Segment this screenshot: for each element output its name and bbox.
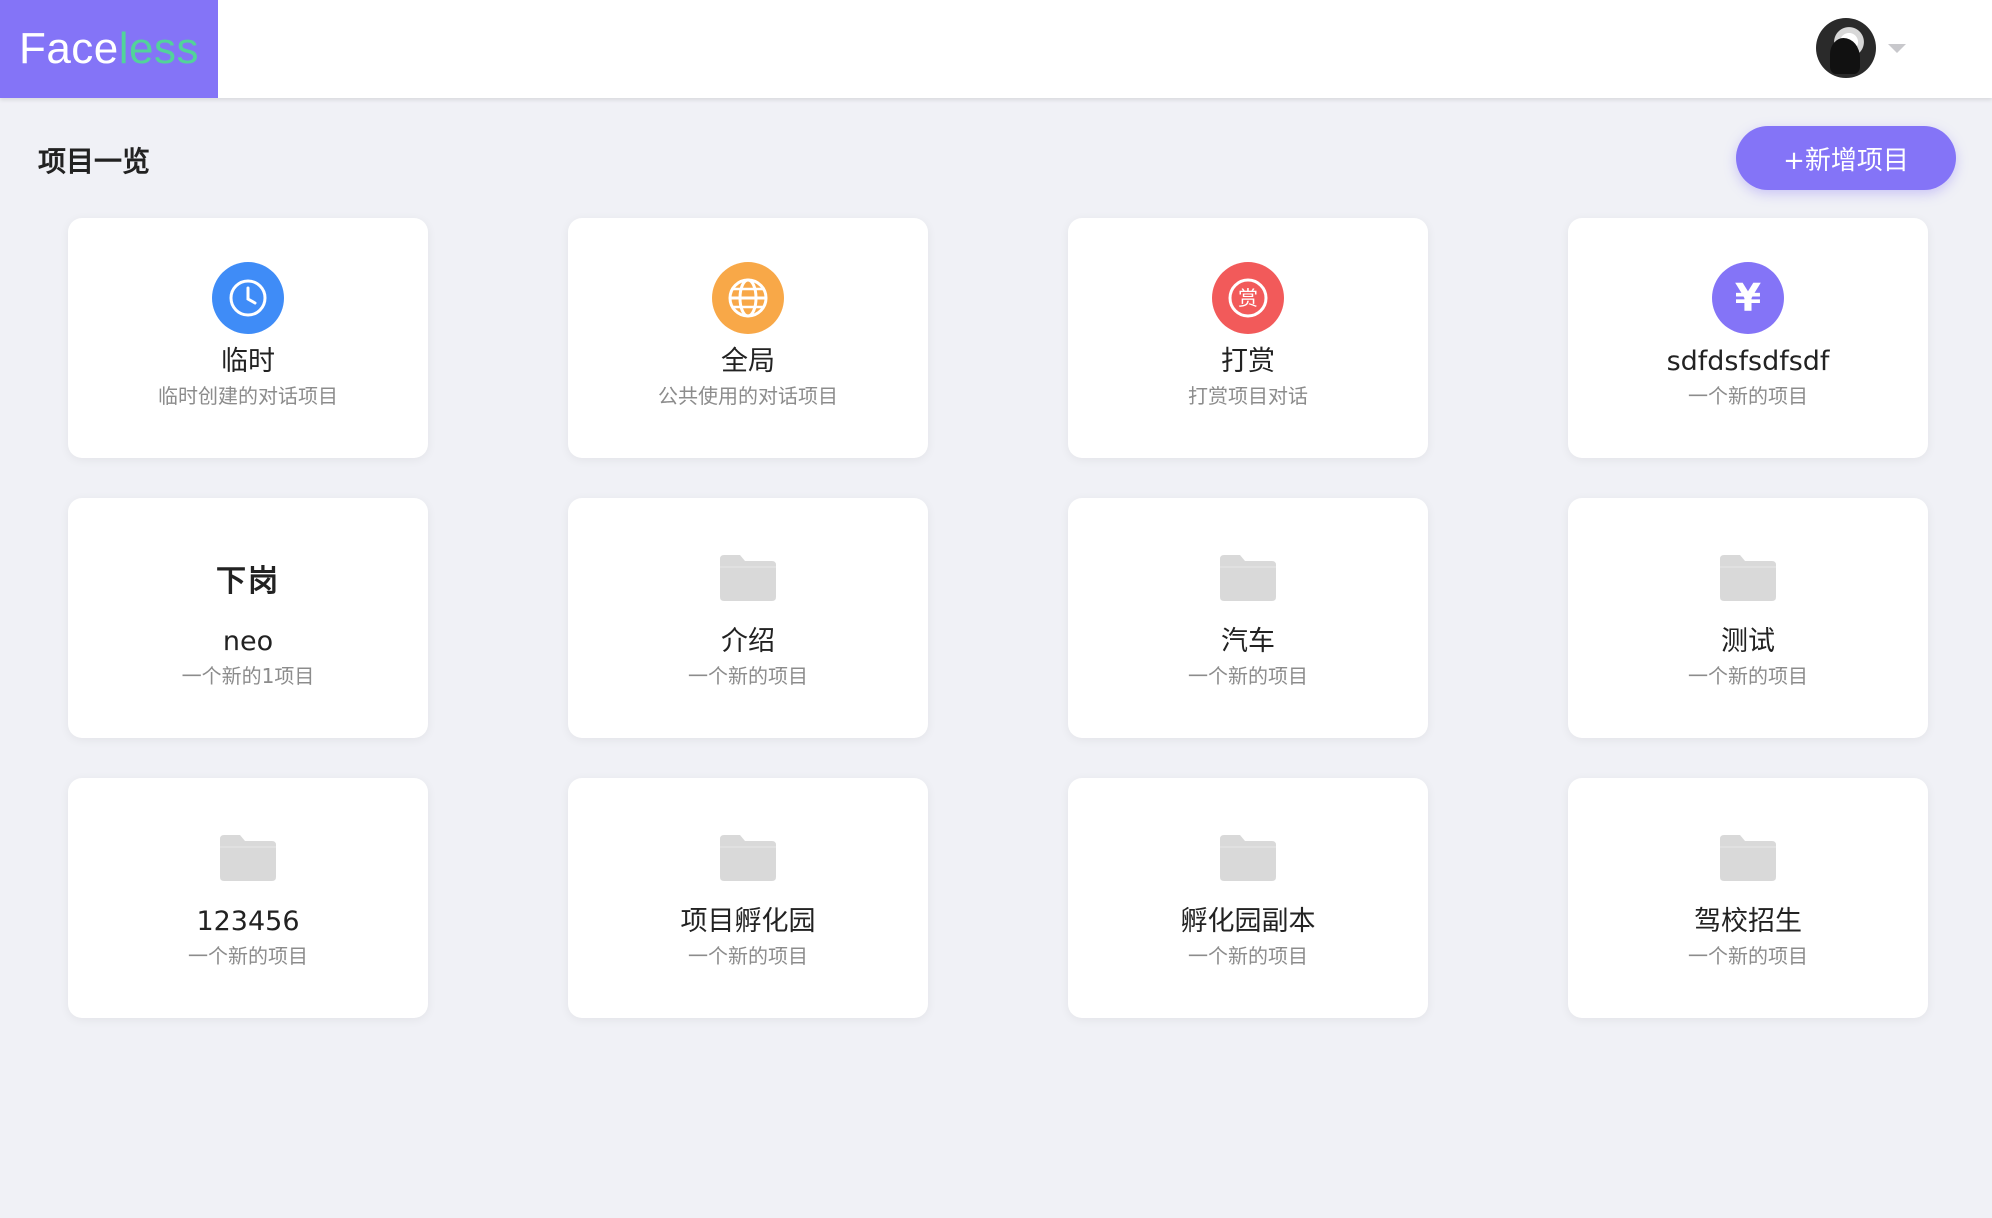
project-card[interactable]: 驾校招生 一个新的项目 xyxy=(1568,778,1928,1018)
project-card[interactable]: 项目孵化园 一个新的项目 xyxy=(568,778,928,1018)
project-card[interactable]: 赏 打赏 打赏项目对话 xyxy=(1068,218,1428,458)
project-desc: 一个新的项目 xyxy=(1188,664,1308,688)
project-desc: 公共使用的对话项目 xyxy=(658,384,838,408)
project-name: 汽车 xyxy=(1221,626,1275,657)
project-desc: 一个新的项目 xyxy=(1688,944,1808,968)
folder-icon xyxy=(1212,542,1284,614)
chevron-down-icon[interactable] xyxy=(1888,43,1906,53)
clock-icon xyxy=(212,262,284,334)
folder-icon xyxy=(1212,822,1284,894)
logo-text: 下岗 xyxy=(216,564,280,599)
project-desc: 一个新的项目 xyxy=(688,944,808,968)
project-desc: 一个新的项目 xyxy=(688,664,808,688)
project-card[interactable]: 123456 一个新的项目 xyxy=(68,778,428,1018)
project-name: 孵化园副本 xyxy=(1180,906,1316,937)
globe-icon xyxy=(712,262,784,334)
project-desc: 一个新的项目 xyxy=(1188,944,1308,968)
project-name: 驾校招生 xyxy=(1694,906,1802,937)
project-name: 项目孵化园 xyxy=(680,906,816,937)
yen-icon: ¥ xyxy=(1712,262,1784,334)
project-desc: 一个新的项目 xyxy=(1688,664,1808,688)
reward-icon: 赏 xyxy=(1212,262,1284,334)
top-bar: Face less xyxy=(0,0,1992,98)
project-card[interactable]: ¥ sdfdsfsdfsdf 一个新的项目 xyxy=(1568,218,1928,458)
project-name: 介绍 xyxy=(721,626,775,657)
project-desc: 一个新的1项目 xyxy=(181,664,315,688)
project-card[interactable]: 全局 公共使用的对话项目 xyxy=(568,218,928,458)
project-card[interactable]: 测试 一个新的项目 xyxy=(1568,498,1928,738)
project-name: 全局 xyxy=(721,346,775,377)
xiagang-logo-icon: 下岗 xyxy=(212,542,284,614)
user-menu[interactable] xyxy=(1816,18,1906,78)
project-name: 临时 xyxy=(221,346,275,377)
folder-icon xyxy=(712,822,784,894)
project-name: 123456 xyxy=(196,906,300,937)
reward-glyph: 赏 xyxy=(1238,286,1258,310)
folder-icon xyxy=(212,822,284,894)
project-grid: 临时 临时创建的对话项目 全局 公共使用的对话项目 赏 打赏 打赏项目对话 ¥ … xyxy=(68,218,1928,1018)
page-title: 项目一览 xyxy=(38,145,151,178)
project-name: sdfdsfsdfsdf xyxy=(1666,346,1830,377)
project-desc: 临时创建的对话项目 xyxy=(158,384,338,408)
project-card[interactable]: 孵化园副本 一个新的项目 xyxy=(1068,778,1428,1018)
project-desc: 打赏项目对话 xyxy=(1188,384,1308,408)
project-desc: 一个新的项目 xyxy=(1688,384,1808,408)
add-project-button[interactable]: +新增项目 xyxy=(1736,126,1956,190)
avatar[interactable] xyxy=(1816,18,1876,78)
project-desc: 一个新的项目 xyxy=(188,944,308,968)
project-name: 测试 xyxy=(1721,626,1775,657)
project-name: 打赏 xyxy=(1221,346,1275,377)
logo-text-face: Face xyxy=(18,24,119,73)
logo-text-less: less xyxy=(118,24,200,73)
folder-icon xyxy=(1712,542,1784,614)
project-card[interactable]: 临时 临时创建的对话项目 xyxy=(68,218,428,458)
folder-icon xyxy=(1712,822,1784,894)
app-logo[interactable]: Face less xyxy=(0,0,218,98)
project-card[interactable]: 汽车 一个新的项目 xyxy=(1068,498,1428,738)
project-card[interactable]: 介绍 一个新的项目 xyxy=(568,498,928,738)
project-name: neo xyxy=(222,626,274,657)
project-card[interactable]: 下岗 neo 一个新的1项目 xyxy=(68,498,428,738)
folder-icon xyxy=(712,542,784,614)
yen-glyph: ¥ xyxy=(1734,276,1762,320)
